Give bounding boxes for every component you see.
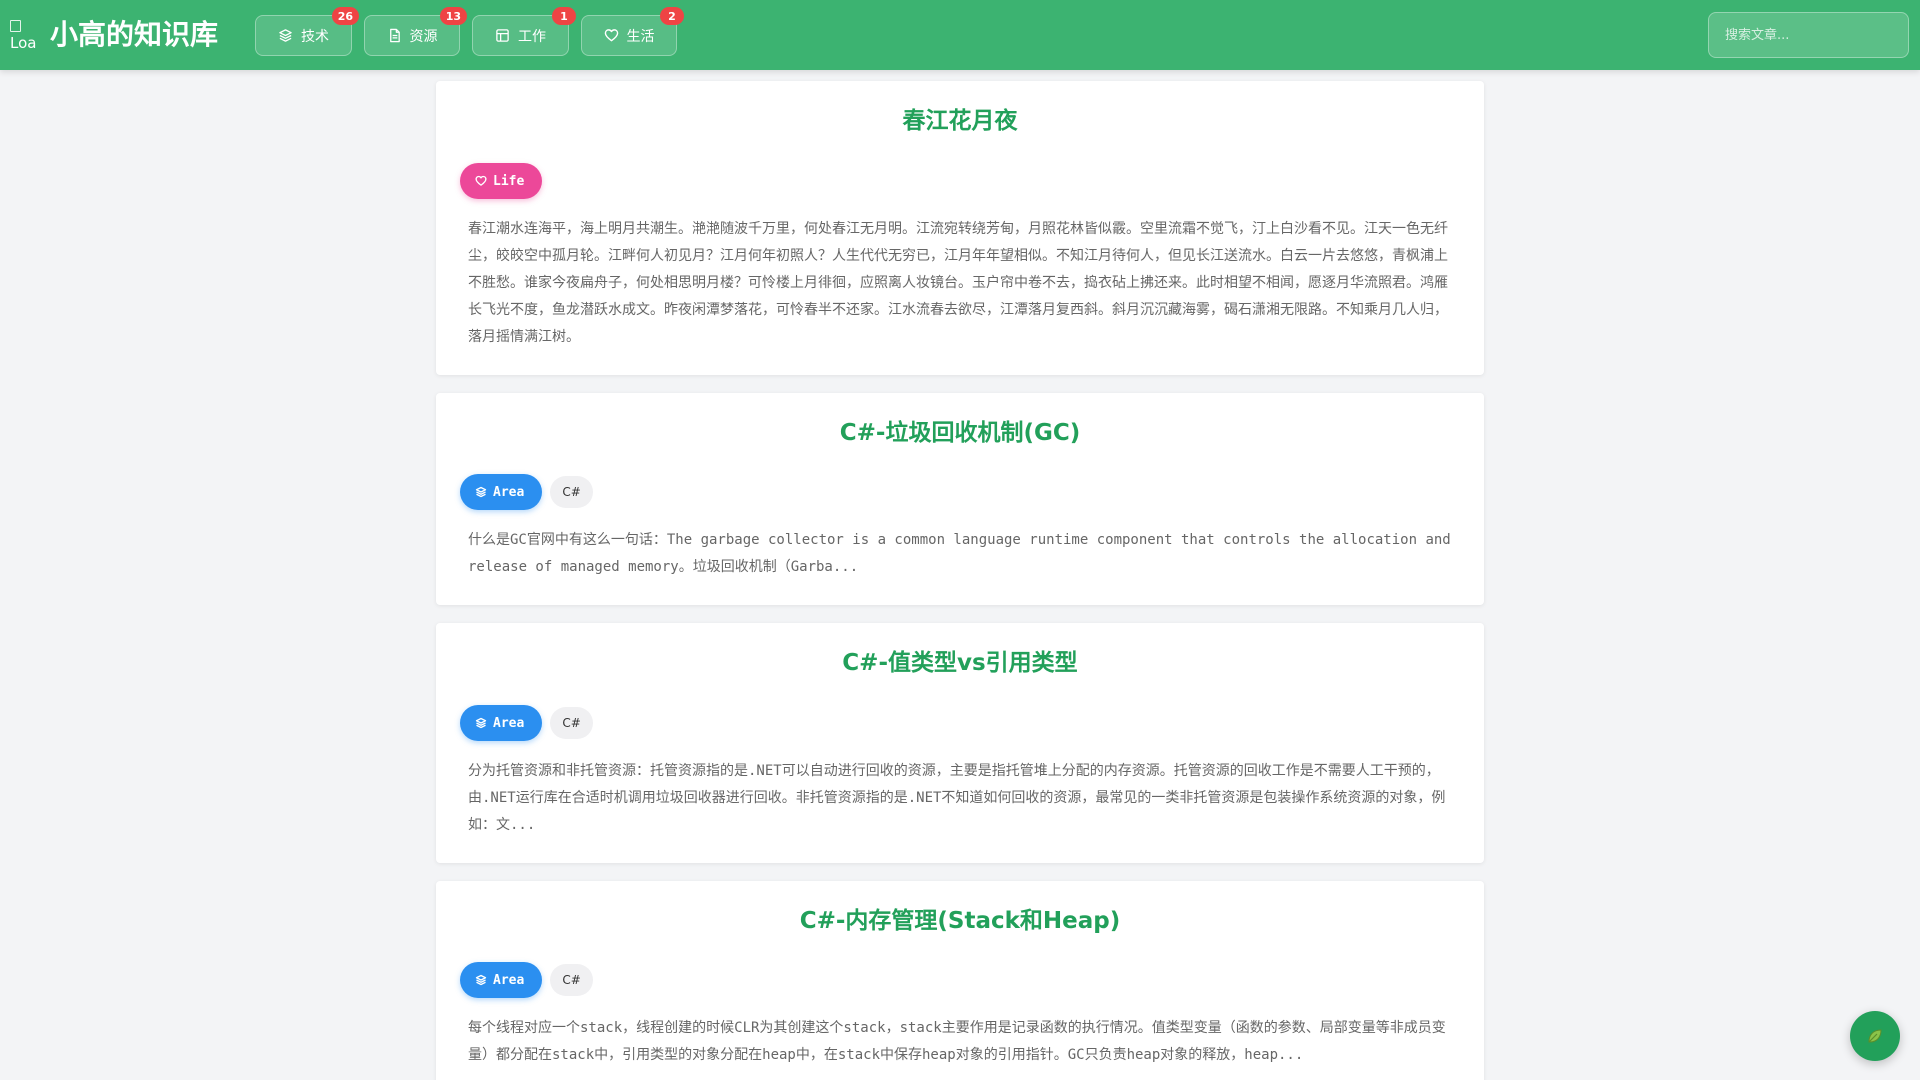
nav-life-button[interactable]: 生活 2 [581, 7, 684, 56]
top-navbar: Loa 小高的知识库 技术 26 资源 13 工作 1 生活 2 [0, 0, 1920, 70]
site-title[interactable]: 小高的知识库 [50, 15, 218, 55]
document-icon [389, 28, 400, 43]
category-label: Life [493, 173, 525, 189]
category-tag-area[interactable]: Area [460, 962, 543, 998]
tag-csharp[interactable]: C# [550, 476, 593, 508]
heart-icon [604, 29, 618, 42]
category-label: Area [493, 972, 525, 988]
category-label: Area [493, 484, 525, 500]
post-title[interactable]: C#-内存管理(Stack和Heap) [436, 906, 1484, 936]
nav-resources-count-badge: 13 [439, 7, 467, 25]
nav-work-count-badge: 1 [552, 7, 576, 25]
layout-icon [496, 29, 509, 42]
post-tags: Area C# [460, 962, 593, 998]
post-title[interactable]: 春江花月夜 [436, 106, 1484, 136]
tag-csharp[interactable]: C# [550, 707, 593, 739]
nav-work-label: 工作 [518, 28, 546, 45]
post-excerpt: 春江潮水连海平，海上明月共潮生。滟滟随波千万里，何处春江无月明。江流宛转绕芳甸，… [468, 221, 1448, 345]
post-title[interactable]: C#-垃圾回收机制(GC) [436, 418, 1484, 448]
category-tag-life[interactable]: Life [460, 163, 543, 199]
layers-icon [475, 974, 487, 986]
category-tag-area[interactable]: Area [460, 474, 543, 510]
heart-icon [475, 175, 487, 186]
nav-life-count-badge: 2 [660, 7, 684, 25]
post-tags: Life [460, 163, 543, 199]
search-input[interactable] [1708, 12, 1909, 58]
nav-tech-button[interactable]: 技术 26 [255, 7, 359, 56]
logo-alt-text: Loa [10, 34, 37, 52]
nav-tech-count-badge: 26 [331, 7, 359, 25]
post-excerpt: 分为托管资源和非托管资源：托管资源指的是.NET可以自动进行回收的资源，主要是指… [468, 763, 1446, 833]
post-tags: Area C# [460, 474, 593, 510]
floating-leaf-button[interactable] [1850, 1011, 1900, 1061]
category-label: Area [493, 715, 525, 731]
post-excerpt: 什么是GC官网中有这么一句话：The garbage collector is … [468, 532, 1451, 575]
post-card: C#-值类型vs引用类型 Area C# 分为托管资源和非托管资源：托管资源指的… [436, 623, 1484, 863]
nav-life-label: 生活 [626, 28, 655, 45]
layers-icon [279, 29, 292, 42]
category-tag-area[interactable]: Area [460, 705, 543, 741]
nav-tech-label: 技术 [301, 28, 329, 45]
post-card: C#-内存管理(Stack和Heap) Area C# 每个线程对应一个stac… [436, 881, 1484, 1080]
broken-image-icon [10, 20, 21, 32]
post-card: C#-垃圾回收机制(GC) Area C# 什么是GC官网中有这么一句话：The… [436, 393, 1484, 605]
nav-resources-button[interactable]: 资源 13 [364, 7, 467, 56]
post-excerpt: 每个线程对应一个stack，线程创建的时候CLR为其创建这个stack，stac… [468, 1020, 1446, 1063]
tag-csharp[interactable]: C# [550, 964, 593, 996]
nav-work-button[interactable]: 工作 1 [472, 7, 576, 56]
site-logo[interactable]: Loa [10, 18, 42, 52]
post-title[interactable]: C#-值类型vs引用类型 [436, 648, 1484, 678]
nav-resources-label: 资源 [409, 28, 438, 45]
layers-icon [475, 717, 487, 729]
leaf-icon [1868, 1029, 1882, 1043]
post-card: 春江花月夜 Life 春江潮水连海平，海上明月共潮生。滟滟随波千万里，何处春江无… [436, 81, 1484, 375]
layers-icon [475, 486, 487, 498]
post-tags: Area C# [460, 705, 593, 741]
